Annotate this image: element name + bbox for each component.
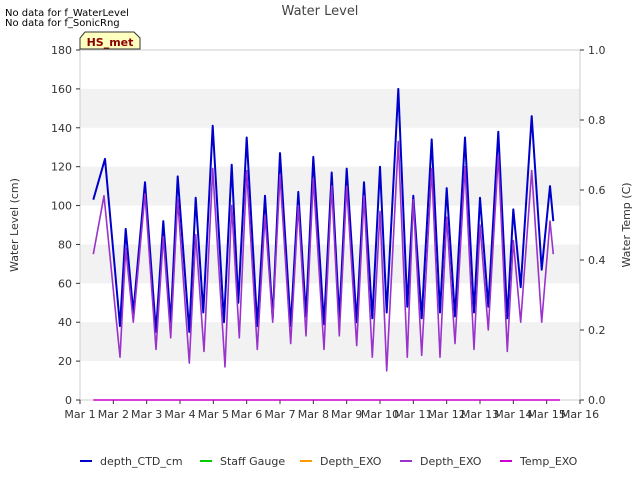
chart-title: Water Level bbox=[282, 4, 359, 19]
y2-tick-label: 0.0 bbox=[588, 394, 606, 407]
water-level-chart: Water Level HS_met Water Level (cm) Wate… bbox=[8, 4, 633, 468]
legend-label: Temp_EXO bbox=[519, 455, 578, 468]
legend-label: Staff Gauge bbox=[220, 455, 285, 468]
hs-met-badge: HS_met bbox=[79, 31, 141, 50]
x-tick-label: Mar 9 bbox=[331, 408, 362, 421]
badge-label: HS_met bbox=[87, 36, 134, 49]
y-tick-label: 40 bbox=[58, 316, 72, 329]
legend-label: Depth_EXO bbox=[420, 455, 482, 468]
legend-label: depth_CTD_cm bbox=[100, 455, 183, 468]
grid-band bbox=[80, 88, 580, 128]
y-tick-label: 80 bbox=[58, 238, 72, 251]
y-tick-label: 140 bbox=[51, 122, 72, 135]
y-tick-label: 160 bbox=[51, 83, 72, 96]
x-tick-label: Mar 8 bbox=[298, 408, 329, 421]
y-axis-label: Water Level (cm) bbox=[8, 178, 21, 272]
x-tick-label: Mar 2 bbox=[98, 408, 129, 421]
x-tick-label: Mar 1 bbox=[64, 408, 95, 421]
y2-tick-label: 0.8 bbox=[588, 114, 606, 127]
x-tick-label: Mar 4 bbox=[164, 408, 195, 421]
y2-tick-label: 0.6 bbox=[588, 184, 606, 197]
y-tick-label: 20 bbox=[58, 355, 72, 368]
y-tick-label: 60 bbox=[58, 277, 72, 290]
y-tick-label: 120 bbox=[51, 161, 72, 174]
y2-tick-label: 1.0 bbox=[588, 44, 606, 57]
y2-tick-label: 0.2 bbox=[588, 324, 606, 337]
y-tick-label: 0 bbox=[65, 394, 72, 407]
x-tick-label: Mar 7 bbox=[264, 408, 295, 421]
y-tick-label: 100 bbox=[51, 200, 72, 213]
x-tick-label: Mar 6 bbox=[231, 408, 262, 421]
x-tick-label: Mar 16 bbox=[561, 408, 599, 421]
legend-label: Depth_EXO bbox=[320, 455, 382, 468]
y-tick-label: 180 bbox=[51, 44, 72, 57]
y2-tick-label: 0.4 bbox=[588, 254, 606, 267]
x-tick-label: Mar 3 bbox=[131, 408, 162, 421]
y2-axis-label: Water Temp (C) bbox=[620, 182, 633, 267]
x-tick-label: Mar 5 bbox=[198, 408, 229, 421]
